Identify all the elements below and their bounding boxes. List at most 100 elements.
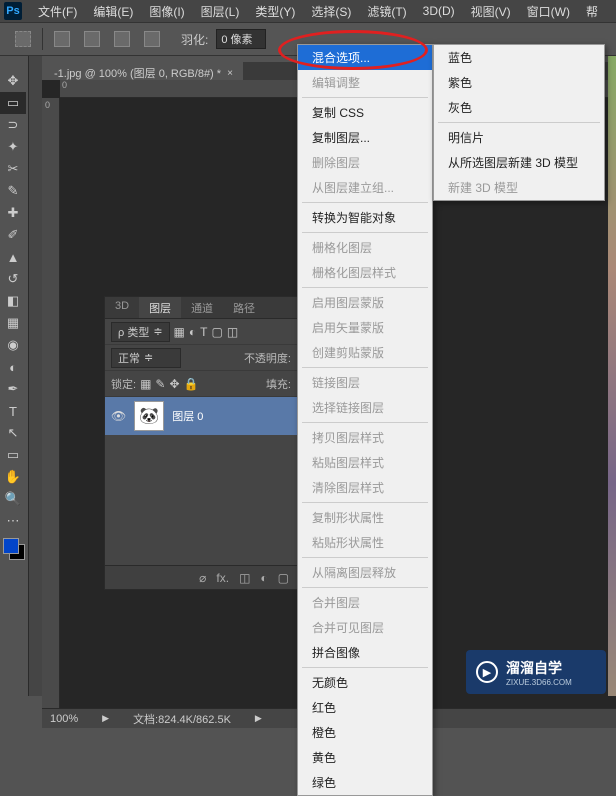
healing-tool-icon[interactable]: ✚: [0, 202, 26, 224]
tab-channels[interactable]: 通道: [181, 297, 223, 318]
menu-item[interactable]: 绿色: [298, 770, 432, 795]
lock-pixels-icon[interactable]: ✎: [155, 377, 165, 391]
toolbox: ✥ ▭ ⊃ ✦ ✂ ✎ ✚ ✐ ▲ ↺ ◧ ▦ ◉ ◐ ✒ T ↖ ▭ ✋ 🔍 …: [0, 56, 28, 566]
filter-kind-dropdown[interactable]: ρ 类型≑: [111, 322, 170, 342]
menu-item[interactable]: 从所选图层新建 3D 模型: [434, 150, 604, 175]
layer-row[interactable]: 👁 🐼 图层 0: [105, 397, 297, 435]
menu-item: 从隔离图层释放: [298, 560, 432, 585]
blur-tool-icon[interactable]: ◉: [0, 334, 26, 356]
menu-layer[interactable]: 图层(L): [193, 1, 248, 22]
filter-smart-icon[interactable]: ◫: [227, 325, 238, 339]
add-selection-icon[interactable]: [81, 28, 103, 50]
layer-style-icon[interactable]: fx.: [216, 571, 229, 585]
ruler-tick: 0: [45, 100, 50, 110]
doc-tab-close-icon[interactable]: ×: [227, 68, 233, 79]
lasso-tool-icon[interactable]: ⊃: [0, 114, 26, 136]
watermark-play-icon: ▶: [476, 661, 498, 683]
menu-item[interactable]: 无颜色: [298, 670, 432, 695]
watermark-title: 溜溜自学: [506, 658, 572, 678]
filter-type-icon[interactable]: T: [200, 325, 207, 339]
menu-item[interactable]: 转换为智能对象: [298, 205, 432, 230]
subtract-selection-icon[interactable]: [111, 28, 133, 50]
hand-tool-icon[interactable]: ✋: [0, 466, 26, 488]
layer-mask-icon[interactable]: ◫: [239, 571, 250, 585]
brush-tool-icon[interactable]: ✐: [0, 224, 26, 246]
gradient-tool-icon[interactable]: ▦: [0, 312, 26, 334]
dodge-tool-icon[interactable]: ◐: [0, 356, 26, 378]
menu-edit[interactable]: 编辑(E): [85, 1, 141, 22]
menu-filter[interactable]: 滤镜(T): [359, 1, 414, 22]
history-brush-tool-icon[interactable]: ↺: [0, 268, 26, 290]
menu-item[interactable]: 蓝色: [434, 45, 604, 70]
eraser-tool-icon[interactable]: ◧: [0, 290, 26, 312]
menu-item[interactable]: 复制图层...: [298, 125, 432, 150]
menu-item[interactable]: 紫色: [434, 70, 604, 95]
link-layers-icon[interactable]: ⌀: [199, 571, 206, 585]
layer-name-label[interactable]: 图层 0: [172, 408, 203, 424]
menu-item: 粘贴形状属性: [298, 530, 432, 555]
lock-all-icon[interactable]: 🔒: [184, 377, 199, 391]
shape-tool-icon[interactable]: ▭: [0, 444, 26, 466]
menu-item[interactable]: 红色: [298, 695, 432, 720]
layer-thumbnail[interactable]: 🐼: [134, 401, 164, 431]
fg-color-swatch[interactable]: [3, 538, 19, 554]
intersect-selection-icon[interactable]: [141, 28, 163, 50]
menu-type[interactable]: 类型(Y): [247, 1, 303, 22]
filter-adjust-icon[interactable]: ◐: [189, 325, 196, 339]
visibility-icon[interactable]: 👁: [111, 409, 126, 423]
zoom-tool-icon[interactable]: 🔍: [0, 488, 26, 510]
menu-select[interactable]: 选择(S): [303, 1, 359, 22]
menu-item[interactable]: 黄色: [298, 745, 432, 770]
doc-size[interactable]: 文档:824.4K/862.5K: [133, 711, 231, 727]
menu-item: 栅格化图层: [298, 235, 432, 260]
tab-3d[interactable]: 3D: [105, 297, 139, 318]
menu-item[interactable]: 拼合图像: [298, 640, 432, 665]
menu-image[interactable]: 图像(I): [141, 1, 192, 22]
menu-view[interactable]: 视图(V): [463, 1, 519, 22]
path-tool-icon[interactable]: ↖: [0, 422, 26, 444]
lock-position-icon[interactable]: ✥: [169, 377, 179, 391]
pen-tool-icon[interactable]: ✒: [0, 378, 26, 400]
watermark: ▶ 溜溜自学 ZIXUE.3D66.COM: [466, 650, 606, 694]
tab-layers[interactable]: 图层: [139, 297, 181, 318]
menu-item: 合并可见图层: [298, 615, 432, 640]
crop-tool-icon[interactable]: ✂: [0, 158, 26, 180]
move-tool-icon[interactable]: ✥: [0, 70, 26, 92]
new-selection-icon[interactable]: [51, 28, 73, 50]
zoom-level[interactable]: 100%: [50, 713, 78, 725]
menu-item[interactable]: 复制 CSS: [298, 100, 432, 125]
menu-item: 拷贝图层样式: [298, 425, 432, 450]
filter-shape-icon[interactable]: ▢: [211, 325, 222, 339]
menu-item: 创建剪贴蒙版: [298, 340, 432, 365]
stamp-tool-icon[interactable]: ▲: [0, 246, 26, 268]
doc-arrow-icon[interactable]: ▶: [255, 713, 262, 724]
blend-mode-dropdown[interactable]: 正常≑: [111, 348, 181, 368]
menu-item: 栅格化图层样式: [298, 260, 432, 285]
group-icon[interactable]: ▢: [278, 571, 289, 585]
filter-pixel-icon[interactable]: ▦: [174, 325, 185, 339]
lock-transparency-icon[interactable]: ▦: [140, 377, 151, 391]
menu-item: 清除图层样式: [298, 475, 432, 500]
menu-file[interactable]: 文件(F): [30, 1, 85, 22]
menu-item: 编辑调整: [298, 70, 432, 95]
feather-input[interactable]: [216, 29, 266, 49]
adjustment-layer-icon[interactable]: ◐: [260, 571, 267, 585]
magic-wand-tool-icon[interactable]: ✦: [0, 136, 26, 158]
menu-item[interactable]: 混合选项...: [298, 45, 432, 70]
doc-tab-title: -1.jpg @ 100% (图层 0, RGB/8#) *: [54, 65, 221, 81]
marquee-tool-icon[interactable]: ▭: [0, 92, 26, 114]
zoom-arrow-icon[interactable]: ▶: [102, 713, 109, 724]
menu-item[interactable]: 橙色: [298, 720, 432, 745]
ruler-vertical: 0: [42, 98, 60, 708]
menu-item[interactable]: 灰色: [434, 95, 604, 120]
type-tool-icon[interactable]: T: [0, 400, 26, 422]
color-swatches[interactable]: [3, 538, 25, 560]
tab-paths[interactable]: 路径: [223, 297, 265, 318]
menu-item[interactable]: 明信片: [434, 125, 604, 150]
edit-toolbar-icon[interactable]: ⋯: [0, 510, 26, 532]
current-tool-icon[interactable]: [12, 28, 34, 50]
menu-help[interactable]: 帮: [578, 1, 606, 22]
menu-3d[interactable]: 3D(D): [415, 2, 463, 20]
eyedropper-tool-icon[interactable]: ✎: [0, 180, 26, 202]
menu-window[interactable]: 窗口(W): [519, 1, 578, 22]
